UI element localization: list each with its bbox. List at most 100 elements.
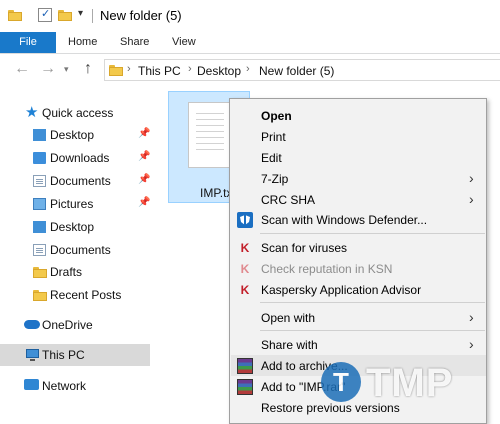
sidebar-item-drafts[interactable]: Drafts: [0, 261, 150, 283]
ribbon-tabs: File Home Share View: [0, 32, 500, 54]
menu-item-defender[interactable]: Scan with Windows Defender...: [231, 209, 486, 230]
menu-item-label: Open: [261, 109, 292, 123]
kaspersky-icon: K: [240, 283, 250, 297]
folder-icon: [33, 267, 47, 278]
menu-separator: [260, 233, 485, 234]
menu-item-kaspersky-advisor[interactable]: K Kaspersky Application Advisor: [231, 279, 486, 300]
desktop-folder-icon: [33, 129, 46, 141]
menu-item-label: Edit: [261, 151, 282, 165]
recent-locations-chevron-icon[interactable]: ▾: [64, 64, 69, 75]
pin-icon[interactable]: 📌: [138, 151, 150, 162]
address-bar[interactable]: › This PC › Desktop › New folder (5): [104, 59, 500, 81]
menu-item-open[interactable]: Open: [231, 105, 486, 126]
properties-check-icon[interactable]: ✓: [38, 8, 52, 22]
sidebar-item-quick-access[interactable]: ★ Quick access: [0, 102, 150, 124]
breadcrumb-desktop[interactable]: Desktop: [197, 64, 241, 78]
menu-item-label: 7-Zip: [261, 172, 289, 186]
menu-item-scan-viruses[interactable]: K Scan for viruses: [231, 237, 486, 258]
breadcrumb-separator-icon[interactable]: ›: [127, 63, 131, 75]
watermark-text: TMP: [366, 361, 454, 405]
sidebar-item-network[interactable]: Network: [0, 375, 150, 397]
downloads-icon: [33, 152, 46, 164]
sidebar-item-label: Documents: [50, 174, 111, 188]
breadcrumb-separator-icon[interactable]: ›: [188, 63, 192, 75]
up-arrow-icon[interactable]: ↑: [84, 60, 92, 78]
menu-item-crc-sha[interactable]: CRC SHA ›: [231, 189, 486, 210]
sidebar-item-label: Downloads: [50, 151, 110, 165]
sidebar-item-label: Drafts: [50, 265, 83, 279]
tab-home[interactable]: Home: [68, 32, 97, 53]
submenu-chevron-icon: ›: [469, 309, 474, 325]
window-title: New folder (5): [100, 8, 182, 23]
cloud-icon: [24, 320, 40, 329]
title-divider: [92, 9, 93, 23]
windows-defender-icon: [237, 212, 253, 228]
menu-item-open-with[interactable]: Open with ›: [231, 307, 486, 328]
menu-item-label: CRC SHA: [261, 193, 316, 207]
star-icon: ★: [25, 104, 39, 121]
sidebar-item-desktop[interactable]: Desktop 📌: [0, 124, 150, 146]
winrar-icon: [237, 358, 253, 374]
address-folder-icon: [109, 65, 123, 76]
menu-item-edit[interactable]: Edit: [231, 147, 486, 168]
breadcrumb-separator-icon[interactable]: ›: [246, 63, 250, 75]
sidebar-item-label: Pictures: [50, 197, 94, 211]
documents-icon: [33, 244, 46, 256]
sidebar-item-documents[interactable]: Documents 📌: [0, 170, 150, 192]
sidebar-item-label: OneDrive: [42, 318, 93, 332]
sidebar-item-label: Network: [42, 379, 87, 393]
sidebar-item-label: Desktop: [50, 128, 95, 142]
navigation-row: ← → ▾ ↑ › This PC › Desktop › New folder…: [0, 54, 500, 86]
sidebar-item-recent-posts[interactable]: Recent Posts: [0, 284, 150, 306]
kaspersky-icon: K: [240, 262, 250, 276]
sidebar-item-documents-2[interactable]: Documents: [0, 239, 150, 261]
menu-item-check-reputation[interactable]: K Check reputation in KSN: [231, 258, 486, 279]
breadcrumb-new-folder[interactable]: New folder (5): [259, 64, 334, 78]
sidebar-item-label: This PC: [42, 348, 85, 362]
sidebar-item-label: Recent Posts: [50, 288, 122, 302]
pictures-icon: [33, 198, 46, 210]
tab-file[interactable]: File: [0, 32, 56, 53]
menu-item-label: Scan for viruses: [261, 241, 348, 255]
network-icon: [24, 379, 39, 390]
submenu-chevron-icon: ›: [469, 170, 474, 186]
sidebar-item-downloads[interactable]: Downloads 📌: [0, 147, 150, 169]
menu-item-print[interactable]: Print: [231, 126, 486, 147]
desktop-folder-icon: [33, 221, 46, 233]
menu-item-7zip[interactable]: 7-Zip ›: [231, 168, 486, 189]
menu-separator: [260, 302, 485, 303]
sidebar-item-pictures[interactable]: Pictures 📌: [0, 193, 150, 215]
pin-icon[interactable]: 📌: [138, 128, 150, 139]
menu-item-label: Check reputation in KSN: [261, 262, 393, 276]
title-bar: ✓ ▾ New folder (5): [0, 0, 500, 32]
text-file-icon: [188, 102, 232, 168]
sidebar-item-label: Desktop: [50, 220, 95, 234]
pin-icon[interactable]: 📌: [138, 197, 150, 208]
file-name: IMP.tx: [200, 186, 233, 200]
sidebar-item-label: Documents: [50, 243, 111, 257]
tab-view[interactable]: View: [172, 32, 196, 53]
submenu-chevron-icon: ›: [469, 191, 474, 207]
back-arrow-icon[interactable]: ←: [14, 60, 30, 78]
breadcrumb-this-pc[interactable]: This PC: [138, 64, 181, 78]
sidebar-item-onedrive[interactable]: OneDrive: [0, 314, 150, 336]
watermark-logo-icon: T: [321, 362, 361, 402]
new-folder-icon[interactable]: [58, 10, 72, 21]
menu-separator: [260, 330, 485, 331]
menu-item-share-with[interactable]: Share with ›: [231, 334, 486, 355]
folder-icon: [8, 10, 22, 21]
winrar-icon: [237, 379, 253, 395]
sidebar-item-this-pc[interactable]: This PC: [0, 344, 150, 366]
documents-icon: [33, 175, 46, 187]
customize-dropdown-icon[interactable]: ▾: [78, 8, 83, 19]
navigation-pane: ★ Quick access Desktop 📌 Downloads 📌 Doc…: [0, 90, 160, 424]
tab-share[interactable]: Share: [120, 32, 149, 53]
sidebar-item-desktop-2[interactable]: Desktop: [0, 216, 150, 238]
menu-item-label: Kaspersky Application Advisor: [261, 283, 422, 297]
sidebar-item-label: Quick access: [42, 106, 114, 120]
menu-item-label: Scan with Windows Defender...: [261, 213, 428, 227]
pin-icon[interactable]: 📌: [138, 174, 150, 185]
computer-icon: [26, 349, 39, 361]
forward-arrow-icon[interactable]: →: [40, 60, 56, 78]
menu-item-label: Open with: [261, 311, 316, 325]
